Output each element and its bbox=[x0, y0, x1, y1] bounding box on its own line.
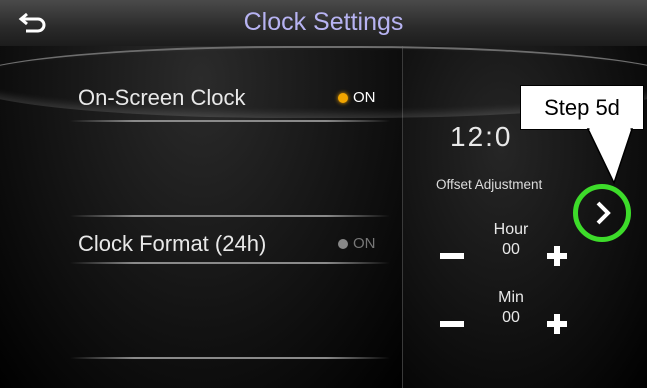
on-screen-clock-status: ON bbox=[353, 89, 376, 106]
divider bbox=[70, 215, 390, 217]
clock-settings-screen: Clock Settings On-Screen Clock ON Clock … bbox=[0, 0, 647, 388]
min-label: Min bbox=[498, 289, 524, 306]
clock-time-display: 12:0 bbox=[450, 121, 513, 152]
min-minus-button[interactable] bbox=[440, 321, 464, 327]
hour-value: 00 bbox=[502, 241, 520, 258]
status-indicator-icon bbox=[338, 92, 348, 103]
clock-format-label[interactable]: Clock Format (24h) bbox=[78, 231, 266, 257]
clock-format-status: ON bbox=[353, 235, 376, 252]
title-bar: Clock Settings bbox=[0, 0, 647, 46]
page-title: Clock Settings bbox=[243, 8, 404, 36]
min-value: 00 bbox=[502, 309, 520, 326]
clock-format-toggle[interactable]: ON bbox=[338, 235, 376, 252]
callout-text: Step 5d bbox=[544, 95, 620, 120]
hour-label: Hour bbox=[493, 221, 529, 238]
on-screen-clock-toggle[interactable]: ON bbox=[338, 89, 376, 106]
offset-adjustment-label: Offset Adjustment bbox=[436, 177, 543, 192]
divider bbox=[70, 120, 390, 122]
divider bbox=[70, 262, 390, 264]
hour-minus-button[interactable] bbox=[440, 253, 464, 259]
highlight-circle bbox=[573, 184, 631, 242]
callout-pointer bbox=[586, 128, 634, 185]
on-screen-clock-label[interactable]: On-Screen Clock bbox=[78, 85, 246, 111]
status-indicator-icon bbox=[338, 238, 348, 249]
step-callout: Step 5d bbox=[520, 85, 644, 130]
divider bbox=[70, 357, 390, 359]
